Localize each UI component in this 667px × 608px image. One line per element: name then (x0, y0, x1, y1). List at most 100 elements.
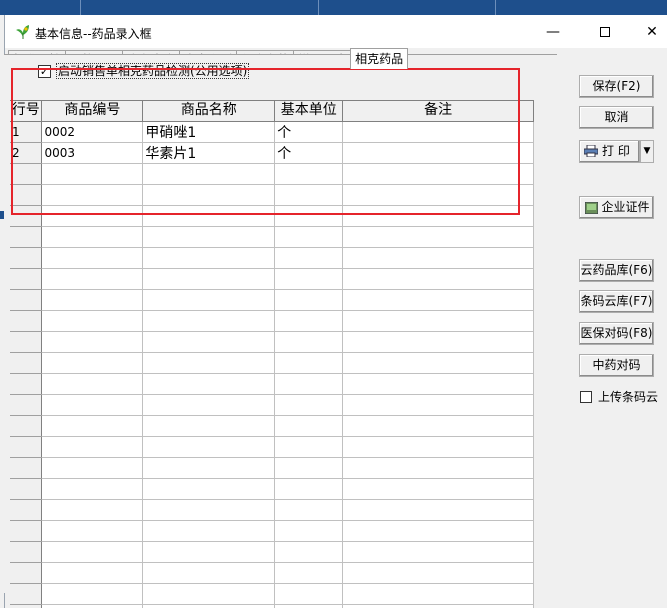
empty-cell[interactable] (41, 352, 144, 374)
empty-table-row[interactable] (10, 604, 534, 608)
empty-cell[interactable] (41, 562, 144, 584)
product-name-cell[interactable]: 华素片1 (142, 142, 276, 164)
empty-cell[interactable] (142, 541, 276, 563)
table-row[interactable]: 1 0002 甲硝唑1 个 (10, 121, 534, 143)
product-name-cell[interactable]: 甲硝唑1 (142, 121, 276, 143)
print-dropdown-button[interactable]: ▼ (640, 140, 654, 163)
empty-cell[interactable] (142, 373, 276, 395)
empty-cell[interactable] (342, 226, 534, 248)
empty-table-row[interactable] (10, 163, 534, 185)
empty-cell[interactable] (274, 331, 344, 353)
empty-cell[interactable] (142, 184, 276, 206)
empty-cell[interactable] (41, 310, 144, 332)
maximize-button[interactable] (582, 15, 628, 48)
empty-cell[interactable] (41, 541, 144, 563)
empty-cell[interactable] (342, 478, 534, 500)
empty-cell[interactable] (41, 499, 144, 521)
empty-cell[interactable] (342, 184, 534, 206)
column-header-product-name[interactable]: 商品名称 (142, 101, 276, 122)
empty-cell[interactable] (142, 226, 276, 248)
empty-cell[interactable] (142, 457, 276, 479)
column-header-product-code[interactable]: 商品编号 (41, 101, 144, 122)
empty-cell[interactable] (274, 457, 344, 479)
empty-cell[interactable] (342, 604, 534, 608)
close-button[interactable]: ✕ (629, 15, 667, 48)
product-code-cell[interactable]: 0003 (41, 142, 144, 164)
empty-cell[interactable] (274, 247, 344, 269)
empty-cell[interactable] (274, 583, 344, 605)
incompatible-check-checkbox[interactable]: ✓ (38, 64, 51, 78)
tab-incompatible-drugs[interactable]: 相克药品 (350, 48, 409, 69)
empty-cell[interactable] (41, 373, 144, 395)
empty-cell[interactable] (41, 478, 144, 500)
empty-cell[interactable] (142, 478, 276, 500)
empty-cell[interactable] (142, 163, 276, 185)
empty-cell[interactable] (342, 163, 534, 185)
empty-cell[interactable] (142, 205, 276, 227)
minimize-button[interactable]: — (530, 15, 576, 48)
empty-cell[interactable] (274, 373, 344, 395)
empty-cell[interactable] (274, 352, 344, 374)
empty-table-row[interactable] (10, 541, 534, 563)
upload-barcode-checkbox[interactable] (580, 390, 592, 403)
print-button[interactable]: 打 印 (579, 140, 640, 163)
empty-cell[interactable] (41, 226, 144, 248)
empty-cell[interactable] (274, 268, 344, 290)
empty-cell[interactable] (41, 163, 144, 185)
empty-cell[interactable] (274, 310, 344, 332)
upload-barcode-option[interactable]: 上传条码云 (580, 388, 658, 405)
empty-table-row[interactable] (10, 184, 534, 206)
empty-cell[interactable] (342, 520, 534, 542)
empty-cell[interactable] (142, 331, 276, 353)
barcode-cloud-button[interactable]: 条码云库(F7) (579, 290, 654, 313)
empty-table-row[interactable] (10, 226, 534, 248)
empty-cell[interactable] (342, 415, 534, 437)
empty-table-row[interactable] (10, 457, 534, 479)
empty-cell[interactable] (142, 352, 276, 374)
empty-cell[interactable] (274, 415, 344, 437)
empty-table-row[interactable] (10, 352, 534, 374)
empty-cell[interactable] (142, 436, 276, 458)
empty-table-row[interactable] (10, 478, 534, 500)
save-button[interactable]: 保存(F2) (579, 75, 654, 98)
empty-cell[interactable] (142, 583, 276, 605)
empty-table-row[interactable] (10, 394, 534, 416)
table-row[interactable]: 2 0003 华素片1 个 (10, 142, 534, 164)
empty-cell[interactable] (274, 499, 344, 521)
empty-cell[interactable] (274, 562, 344, 584)
empty-cell[interactable] (41, 394, 144, 416)
empty-cell[interactable] (274, 520, 344, 542)
empty-table-row[interactable] (10, 583, 534, 605)
empty-cell[interactable] (142, 520, 276, 542)
empty-table-row[interactable] (10, 499, 534, 521)
enterprise-cert-button[interactable]: 企业证件 (579, 196, 654, 219)
note-cell[interactable] (342, 121, 534, 143)
empty-cell[interactable] (274, 184, 344, 206)
empty-cell[interactable] (274, 541, 344, 563)
empty-cell[interactable] (342, 541, 534, 563)
empty-table-row[interactable] (10, 247, 534, 269)
tcm-match-button[interactable]: 中药对码 (579, 354, 654, 377)
empty-cell[interactable] (41, 205, 144, 227)
column-header-note[interactable]: 备注 (342, 101, 534, 122)
note-cell[interactable] (342, 142, 534, 164)
empty-cell[interactable] (274, 478, 344, 500)
empty-cell[interactable] (274, 436, 344, 458)
incompatible-check-label[interactable]: 启动销售单相克药品检测(公用选项) (56, 63, 250, 79)
title-bar[interactable]: 基本信息--药品录入框 — ✕ (5, 15, 667, 48)
empty-cell[interactable] (342, 331, 534, 353)
product-code-cell[interactable]: 0002 (41, 121, 144, 143)
empty-cell[interactable] (274, 205, 344, 227)
empty-table-row[interactable] (10, 562, 534, 584)
empty-cell[interactable] (342, 247, 534, 269)
empty-cell[interactable] (41, 247, 144, 269)
empty-cell[interactable] (342, 352, 534, 374)
empty-cell[interactable] (41, 583, 144, 605)
empty-table-row[interactable] (10, 205, 534, 227)
insurance-match-button[interactable]: 医保对码(F8) (579, 322, 654, 345)
empty-cell[interactable] (142, 604, 276, 608)
empty-cell[interactable] (342, 583, 534, 605)
base-unit-cell[interactable]: 个 (274, 142, 344, 164)
empty-cell[interactable] (274, 604, 344, 608)
column-header-row-number[interactable]: 行号 (10, 101, 43, 122)
